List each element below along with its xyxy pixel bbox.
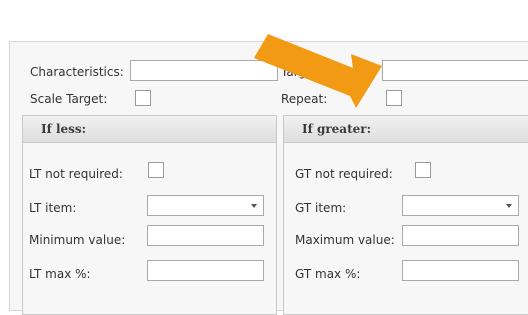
lt-item-combo[interactable]: [147, 195, 264, 216]
if-greater-header: If greater:: [284, 116, 528, 143]
maximum-value-label: Maximum value:: [295, 233, 395, 247]
scale-target-label: Scale Target:: [30, 92, 108, 106]
if-greater-title: If greater:: [302, 122, 372, 136]
repeat-label: Repeat:: [281, 92, 328, 106]
minimum-value-input[interactable]: [147, 225, 264, 246]
if-less-group: If less: LT not required: LT item: Minim…: [22, 115, 277, 315]
scale-target-checkbox[interactable]: [135, 90, 151, 106]
if-less-header: If less:: [23, 116, 276, 143]
gt-item-label: GT item:: [295, 201, 347, 215]
gt-not-required-checkbox[interactable]: [415, 162, 431, 178]
if-less-title: If less:: [41, 122, 87, 136]
repeat-checkbox[interactable]: [386, 90, 402, 106]
target-input[interactable]: [382, 60, 528, 81]
lt-item-label: LT item:: [29, 201, 77, 215]
characteristics-input[interactable]: [130, 60, 278, 81]
lt-max-label: LT max %:: [29, 267, 91, 281]
lt-max-input[interactable]: [147, 260, 264, 281]
lt-not-required-checkbox[interactable]: [148, 162, 164, 178]
lt-not-required-label: LT not required:: [29, 167, 123, 181]
characteristics-panel: Characteristics: Target: Scale Target: R…: [9, 41, 528, 315]
gt-max-label: GT max %:: [295, 267, 361, 281]
gt-item-combo[interactable]: [402, 195, 519, 216]
gt-not-required-label: GT not required:: [295, 167, 393, 181]
characteristics-label: Characteristics:: [30, 65, 124, 79]
gt-max-input[interactable]: [402, 260, 519, 281]
maximum-value-input[interactable]: [402, 225, 519, 246]
target-label: Target:: [281, 65, 323, 79]
chevron-down-icon[interactable]: [506, 204, 512, 208]
chevron-down-icon[interactable]: [251, 204, 257, 208]
if-greater-group: If greater: GT not required: GT item: Ma…: [283, 115, 528, 315]
minimum-value-label: Minimum value:: [29, 233, 126, 247]
